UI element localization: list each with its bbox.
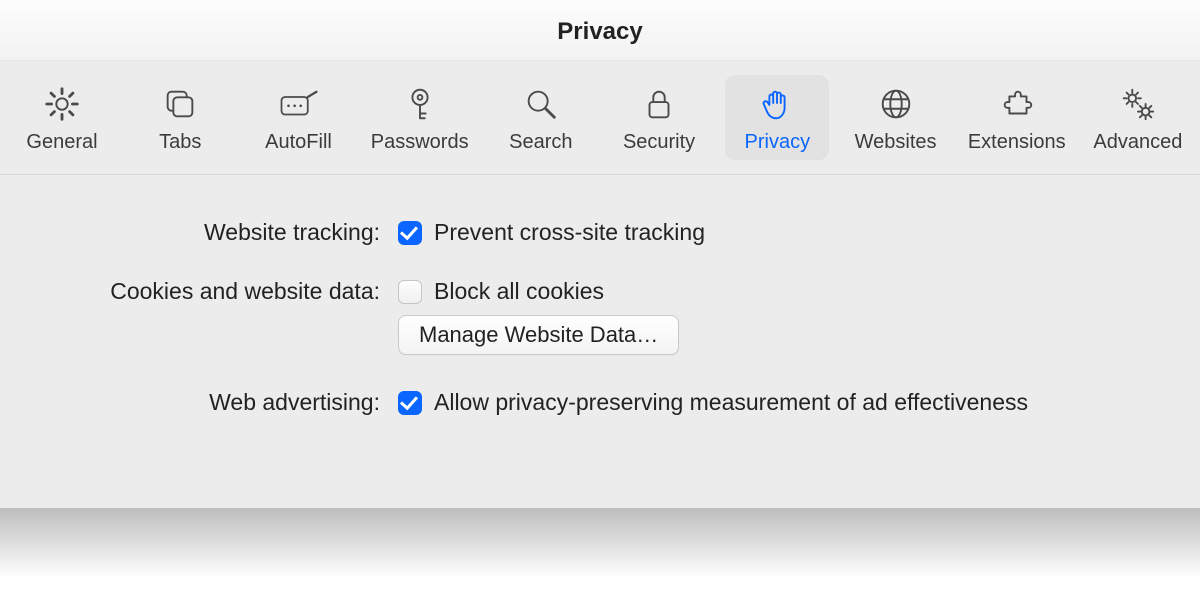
manage-website-data-button[interactable]: Manage Website Data… [398,315,679,355]
label-web-advertising: Web advertising: [40,389,398,416]
privacy-pane: Website tracking: Prevent cross-site tra… [0,175,1200,508]
tabs-icon [159,83,201,125]
tab-label: Search [509,131,572,154]
checkbox-label: Allow privacy-preserving measurement of … [434,389,1028,416]
titlebar: Privacy [0,0,1200,61]
puzzle-icon [996,83,1038,125]
tab-label: Tabs [159,131,201,154]
row-cookies: Cookies and website data: Block all cook… [40,278,1160,355]
checkbox-input[interactable] [398,221,422,245]
tab-label: General [26,131,97,154]
tab-label: Privacy [745,131,811,154]
tab-label: Passwords [371,131,469,154]
tab-label: AutoFill [265,131,332,154]
gear-icon [41,83,83,125]
hand-icon [756,83,798,125]
lock-icon [638,83,680,125]
label-cookies: Cookies and website data: [40,278,398,305]
label-website-tracking: Website tracking: [40,219,398,246]
tab-passwords[interactable]: Passwords [365,75,475,160]
key-icon [399,83,441,125]
tab-security[interactable]: Security [607,75,711,160]
checkbox-label: Block all cookies [434,278,604,305]
checkbox-block-cookies[interactable]: Block all cookies [398,278,604,305]
search-icon [520,83,562,125]
checkbox-input[interactable] [398,280,422,304]
checkbox-ad-measurement[interactable]: Allow privacy-preserving measurement of … [398,389,1028,416]
window-title: Privacy [557,18,642,46]
checkbox-input[interactable] [398,391,422,415]
window-shadow [0,508,1200,578]
preferences-toolbar: General Tabs AutoFill Passwords Search [0,61,1200,175]
tab-label: Extensions [968,131,1066,154]
preferences-window: Privacy General Tabs AutoFill Password [0,0,1200,600]
row-website-tracking: Website tracking: Prevent cross-site tra… [40,219,1160,256]
autofill-icon [278,83,320,125]
tab-general[interactable]: General [10,75,114,160]
row-web-advertising: Web advertising: Allow privacy-preservin… [40,389,1160,426]
globe-icon [875,83,917,125]
checkbox-prevent-cross-site[interactable]: Prevent cross-site tracking [398,219,705,246]
tab-label: Advanced [1093,131,1182,154]
tab-label: Websites [855,131,937,154]
tab-label: Security [623,131,695,154]
tab-autofill[interactable]: AutoFill [247,75,351,160]
gears-icon [1117,83,1159,125]
tab-search[interactable]: Search [489,75,593,160]
tab-extensions[interactable]: Extensions [962,75,1072,160]
tab-websites[interactable]: Websites [844,75,948,160]
tab-tabs[interactable]: Tabs [128,75,232,160]
checkbox-label: Prevent cross-site tracking [434,219,705,246]
tab-privacy[interactable]: Privacy [725,75,829,160]
tab-advanced[interactable]: Advanced [1086,75,1190,160]
